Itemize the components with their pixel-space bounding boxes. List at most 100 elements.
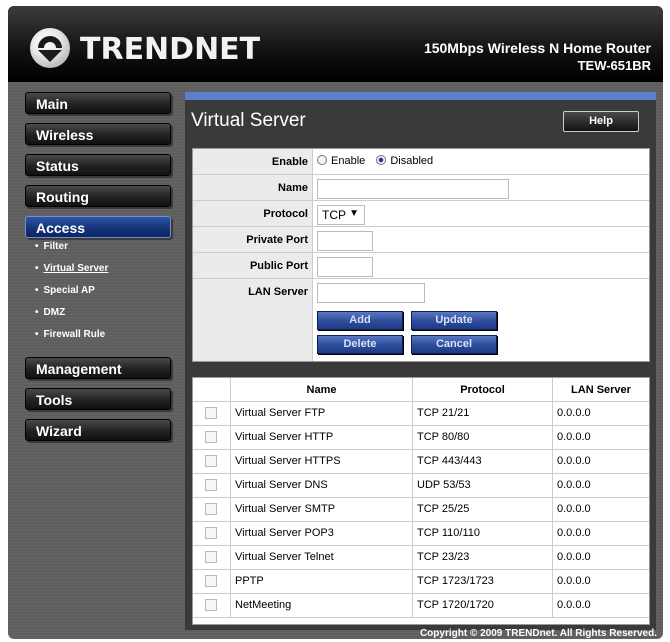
table-row: PPTP TCP 1723/1723 0.0.0.0: [193, 570, 649, 594]
row-checkbox[interactable]: [205, 431, 217, 443]
product-name: 150Mbps Wireless N Home Router: [423, 40, 651, 56]
lan-server-field[interactable]: [317, 283, 425, 303]
sidebar-subitem-firewall-rule[interactable]: • Firewall Rule: [35, 329, 105, 340]
row-protocol: TCP 21/21: [413, 402, 553, 425]
row-select-cell: [193, 570, 231, 593]
row-checkbox[interactable]: [205, 479, 217, 491]
row-select-cell: [193, 594, 231, 617]
enable-radio[interactable]: [317, 155, 327, 165]
sidebar-subitem-special-ap[interactable]: • Special AP: [35, 285, 95, 296]
lan-server-wrap: [317, 283, 425, 306]
row-checkbox[interactable]: [205, 599, 217, 611]
row-protocol: TCP 25/25: [413, 498, 553, 521]
row-protocol: TCP 110/110: [413, 522, 553, 545]
help-button[interactable]: Help: [563, 111, 639, 132]
row-protocol: TCP 443/443: [413, 450, 553, 473]
disabled-radio[interactable]: [376, 155, 387, 165]
sidebar-item-main[interactable]: Main: [25, 92, 171, 114]
row-lan-server: 0.0.0.0: [557, 455, 591, 467]
private-port-field[interactable]: [317, 231, 373, 251]
enable-option-label: Enable: [331, 155, 366, 167]
protocol-select[interactable]: TCP ▼: [317, 205, 365, 225]
row-name: Virtual Server HTTP: [231, 426, 413, 449]
button-area-label-cell: [193, 305, 313, 361]
row-checkbox[interactable]: [205, 575, 217, 587]
row-checkbox[interactable]: [205, 527, 217, 539]
row-select-cell: [193, 474, 231, 497]
sidebar-item-routing[interactable]: Routing: [25, 185, 171, 207]
private-port-wrap: [317, 231, 373, 254]
row-name: Virtual Server DNS: [231, 474, 413, 497]
private-port-label: Private Port: [193, 227, 313, 252]
row-name: Virtual Server POP3: [231, 522, 413, 545]
protocol-label: Protocol: [193, 201, 313, 226]
row-checkbox[interactable]: [205, 455, 217, 467]
row-lan-server: 0.0.0.0: [557, 503, 591, 515]
lan-server-label: LAN Server: [193, 279, 313, 305]
sidebar-subitem-virtual-server[interactable]: • Virtual Server: [35, 263, 108, 274]
row-protocol: TCP 80/80: [413, 426, 553, 449]
form-row-private-port: Private Port: [193, 227, 649, 253]
sidebar-item-status[interactable]: Status: [25, 154, 171, 176]
cancel-button[interactable]: Cancel: [411, 335, 497, 354]
public-port-field[interactable]: [317, 257, 373, 277]
table-row: Virtual Server HTTPS TCP 443/443 0.0.0.0: [193, 450, 649, 474]
add-button[interactable]: Add: [317, 311, 403, 330]
name-field-wrap: [317, 179, 509, 202]
table-header-row: Name Protocol LAN Server: [193, 378, 649, 402]
row-select-cell: [193, 498, 231, 521]
sidebar-item-wizard[interactable]: Wizard: [25, 419, 171, 441]
virtual-server-table: Name Protocol LAN Server Virtual Server …: [192, 377, 650, 625]
row-select-cell: [193, 402, 231, 425]
sidebar-item-management[interactable]: Management: [25, 357, 171, 379]
table-row: NetMeeting TCP 1720/1720 0.0.0.0: [193, 594, 649, 618]
row-lan-server: 0.0.0.0: [557, 431, 591, 443]
form-row-enable: Enable Enable Disabled: [193, 149, 649, 175]
row-lan-server: 0.0.0.0: [557, 407, 591, 419]
sidebar-item-access[interactable]: Access: [25, 216, 171, 238]
row-select-cell: [193, 450, 231, 473]
delete-button[interactable]: Delete: [317, 335, 403, 354]
update-button[interactable]: Update: [411, 311, 497, 330]
row-protocol: UDP 53/53: [413, 474, 553, 497]
protocol-select-wrap: TCP ▼: [317, 205, 365, 225]
table-row: Virtual Server FTP TCP 21/21 0.0.0.0: [193, 402, 649, 426]
name-label: Name: [193, 175, 313, 200]
header-lan-server: LAN Server: [571, 384, 631, 396]
row-checkbox[interactable]: [205, 551, 217, 563]
row-checkbox[interactable]: [205, 503, 217, 515]
row-name: Virtual Server HTTPS: [231, 450, 413, 473]
header-select: [193, 378, 231, 401]
row-checkbox[interactable]: [205, 407, 217, 419]
header-protocol: Protocol: [413, 378, 553, 401]
row-name: Virtual Server FTP: [231, 402, 413, 425]
row-select-cell: [193, 522, 231, 545]
header: TRENDNET 150Mbps Wireless N Home Router …: [8, 6, 663, 82]
row-protocol: TCP 23/23: [413, 546, 553, 569]
sidebar-subitem-filter[interactable]: • Filter: [35, 241, 68, 252]
enable-label: Enable: [193, 149, 313, 174]
form-row-public-port: Public Port: [193, 253, 649, 279]
row-name: NetMeeting: [231, 594, 413, 617]
public-port-label: Public Port: [193, 253, 313, 278]
form-row-lan-server: LAN Server: [193, 279, 649, 305]
trendnet-logo-icon: [30, 28, 70, 68]
model-number: TEW-651BR: [577, 58, 651, 73]
row-name: Virtual Server Telnet: [231, 546, 413, 569]
copyright-footer: Copyright © 2009 TRENDnet. All Rights Re…: [419, 628, 657, 639]
row-select-cell: [193, 546, 231, 569]
enable-radio-group: Enable Disabled: [317, 155, 441, 167]
row-lan-server: 0.0.0.0: [557, 599, 591, 611]
table-row: Virtual Server SMTP TCP 25/25 0.0.0.0: [193, 498, 649, 522]
row-select-cell: [193, 426, 231, 449]
router-frame: TRENDNET 150Mbps Wireless N Home Router …: [8, 6, 663, 639]
chevron-down-icon: ▼: [349, 208, 359, 219]
disabled-option-label: Disabled: [390, 155, 434, 167]
row-lan-server: 0.0.0.0: [557, 575, 591, 587]
sidebar-item-tools[interactable]: Tools: [25, 388, 171, 410]
sidebar-item-wireless[interactable]: Wireless: [25, 123, 171, 145]
name-field[interactable]: [317, 179, 509, 199]
sidebar-subitem-dmz[interactable]: • DMZ: [35, 307, 65, 318]
public-port-wrap: [317, 257, 373, 280]
table-row: Virtual Server HTTP TCP 80/80 0.0.0.0: [193, 426, 649, 450]
